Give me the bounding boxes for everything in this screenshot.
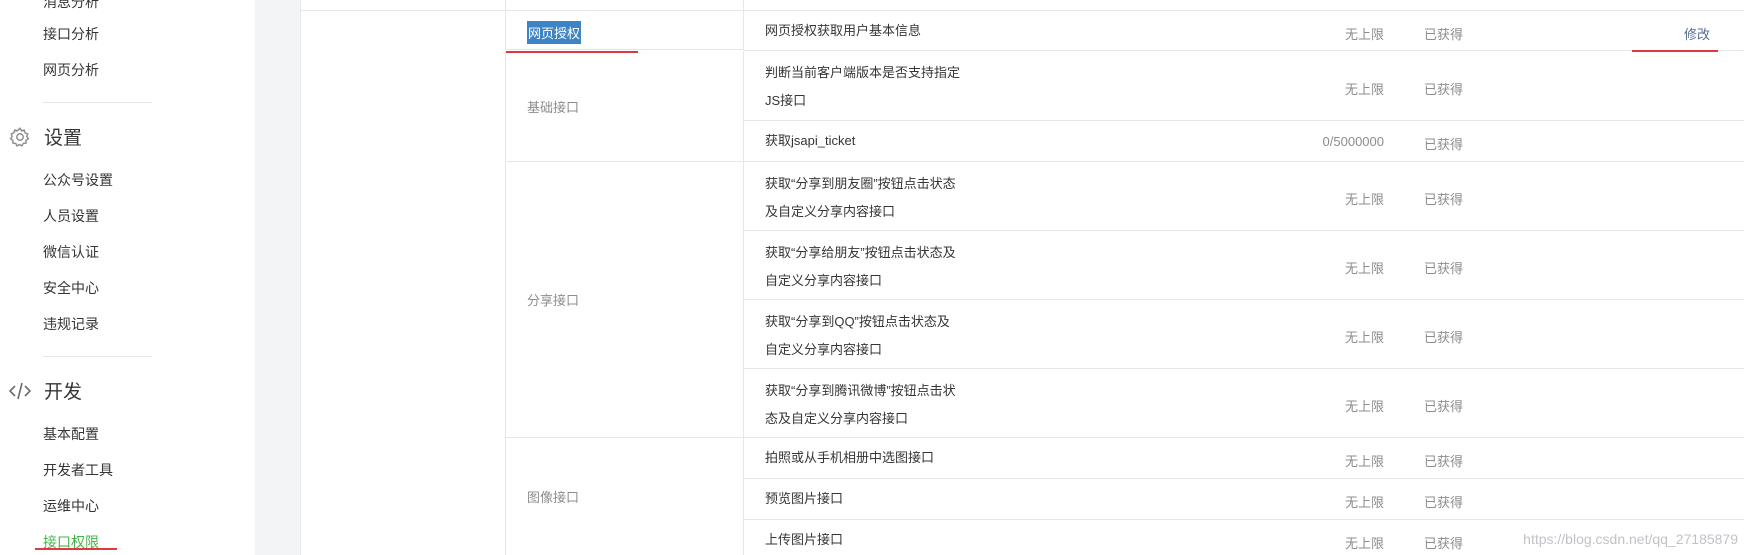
table-row: 获取“分享到QQ”按钮点击状态及自定义分享内容接口 无上限 已获得 xyxy=(744,300,1744,369)
sidebar-item-developer-tools[interactable]: 开发者工具 xyxy=(43,460,113,480)
sidebar-section-settings: 设置 xyxy=(8,123,82,150)
sidebar-item-member-settings[interactable]: 人员设置 xyxy=(43,206,99,226)
api-name: 拍照或从手机相册中选图接口 xyxy=(765,450,935,465)
table-row: 获取“分享给朋友”按钮点击状态及自定义分享内容接口 无上限 已获得 xyxy=(744,231,1744,300)
sidebar-section-title: 开发 xyxy=(44,382,83,403)
api-name: 网页授权获取用户基本信息 xyxy=(765,23,922,38)
api-quota: 无上限 xyxy=(1344,536,1384,551)
sidebar-item-violation-records[interactable]: 违规记录 xyxy=(43,314,99,334)
api-status: 已获得 xyxy=(1424,27,1464,42)
group-label: 分享接口 xyxy=(527,293,580,308)
group-cell-basic: 基础接口 xyxy=(505,51,744,162)
group-cell-image: 图像接口 xyxy=(505,438,744,555)
sidebar-item-api-analysis[interactable]: 接口分析 xyxy=(43,24,99,44)
api-quota: 无上限 xyxy=(1344,454,1384,469)
api-status: 已获得 xyxy=(1424,399,1464,414)
table-row: 获取jsapi_ticket 0/5000000 已获得 xyxy=(744,121,1744,162)
modify-link[interactable]: 修改 xyxy=(1684,24,1710,43)
api-status: 已获得 xyxy=(1424,330,1464,345)
api-status: 已获得 xyxy=(1424,495,1464,510)
api-quota: 无上限 xyxy=(1344,495,1384,510)
api-quota: 无上限 xyxy=(1344,261,1384,276)
table-row: 拍照或从手机相册中选图接口 无上限 已获得 xyxy=(744,438,1744,479)
api-quota: 无上限 xyxy=(1344,192,1384,207)
api-quota: 无上限 xyxy=(1344,82,1384,97)
annotation-underline xyxy=(35,548,117,550)
table-row: 获取“分享到朋友圈”按钮点击状态及自定义分享内容接口 无上限 已获得 xyxy=(744,162,1744,231)
group-label: 图像接口 xyxy=(527,490,580,505)
table-row: 网页授权获取用户基本信息 无上限 已获得 修改 xyxy=(744,0,1744,51)
table-row: 获取“分享到腾讯微博”按钮点击状态及自定义分享内容接口 无上限 已获得 xyxy=(744,369,1744,438)
api-name: 上传图片接口 xyxy=(765,532,844,547)
sidebar-item-web-analysis[interactable]: 网页分析 xyxy=(43,60,99,80)
api-name: 获取“分享到腾讯微博”按钮点击状态及自定义分享内容接口 xyxy=(765,383,956,426)
api-name: 预览图片接口 xyxy=(765,491,844,506)
sidebar-item-ops-center[interactable]: 运维中心 xyxy=(43,496,99,516)
api-quota: 无上限 xyxy=(1344,27,1384,42)
group-cell-web-auth: 网页授权 xyxy=(505,0,744,50)
sidebar-section-dev: 开发 xyxy=(8,377,82,404)
api-status: 已获得 xyxy=(1424,536,1464,551)
table-row: 判断当前客户端版本是否支持指定JS接口 无上限 已获得 xyxy=(744,51,1744,121)
sidebar-item-message-analysis[interactable]: 消息分析 xyxy=(43,0,99,12)
watermark: https://blog.csdn.net/qq_27185879 xyxy=(1523,531,1738,547)
sidebar: 消息分析 接口分析 网页分析 设置 公众号设置 人员设置 微信认证 安全中心 违… xyxy=(0,0,255,555)
api-name: 获取“分享给朋友”按钮点击状态及自定义分享内容接口 xyxy=(765,245,956,288)
api-status: 已获得 xyxy=(1424,137,1464,152)
api-status: 已获得 xyxy=(1424,261,1464,276)
sidebar-divider xyxy=(43,102,152,103)
api-name: 获取jsapi_ticket xyxy=(765,133,856,148)
api-quota: 0/5000000 xyxy=(1322,134,1384,149)
api-status: 已获得 xyxy=(1424,192,1464,207)
api-name: 获取“分享到QQ”按钮点击状态及自定义分享内容接口 xyxy=(765,314,950,357)
api-quota: 无上限 xyxy=(1344,399,1384,414)
api-status: 已获得 xyxy=(1424,82,1464,97)
api-quota: 无上限 xyxy=(1344,330,1384,345)
api-name: 获取“分享到朋友圈”按钮点击状态及自定义分享内容接口 xyxy=(765,176,956,219)
sidebar-item-security-center[interactable]: 安全中心 xyxy=(43,278,99,298)
group-cell-share: 分享接口 xyxy=(505,162,744,438)
sidebar-item-wechat-verify[interactable]: 微信认证 xyxy=(43,242,99,262)
sidebar-section-title: 设置 xyxy=(44,128,83,149)
api-name: 判断当前客户端版本是否支持指定JS接口 xyxy=(765,65,961,108)
code-icon xyxy=(8,379,32,403)
group-label: 基础接口 xyxy=(527,99,580,115)
sidebar-item-basic-config[interactable]: 基本配置 xyxy=(43,424,99,444)
sidebar-item-account-settings[interactable]: 公众号设置 xyxy=(43,170,113,190)
api-status: 已获得 xyxy=(1424,454,1464,469)
highlighted-label: 网页授权 xyxy=(527,21,582,44)
sidebar-divider xyxy=(43,356,152,357)
table-row: 预览图片接口 无上限 已获得 xyxy=(744,479,1744,520)
gear-icon xyxy=(8,125,32,149)
